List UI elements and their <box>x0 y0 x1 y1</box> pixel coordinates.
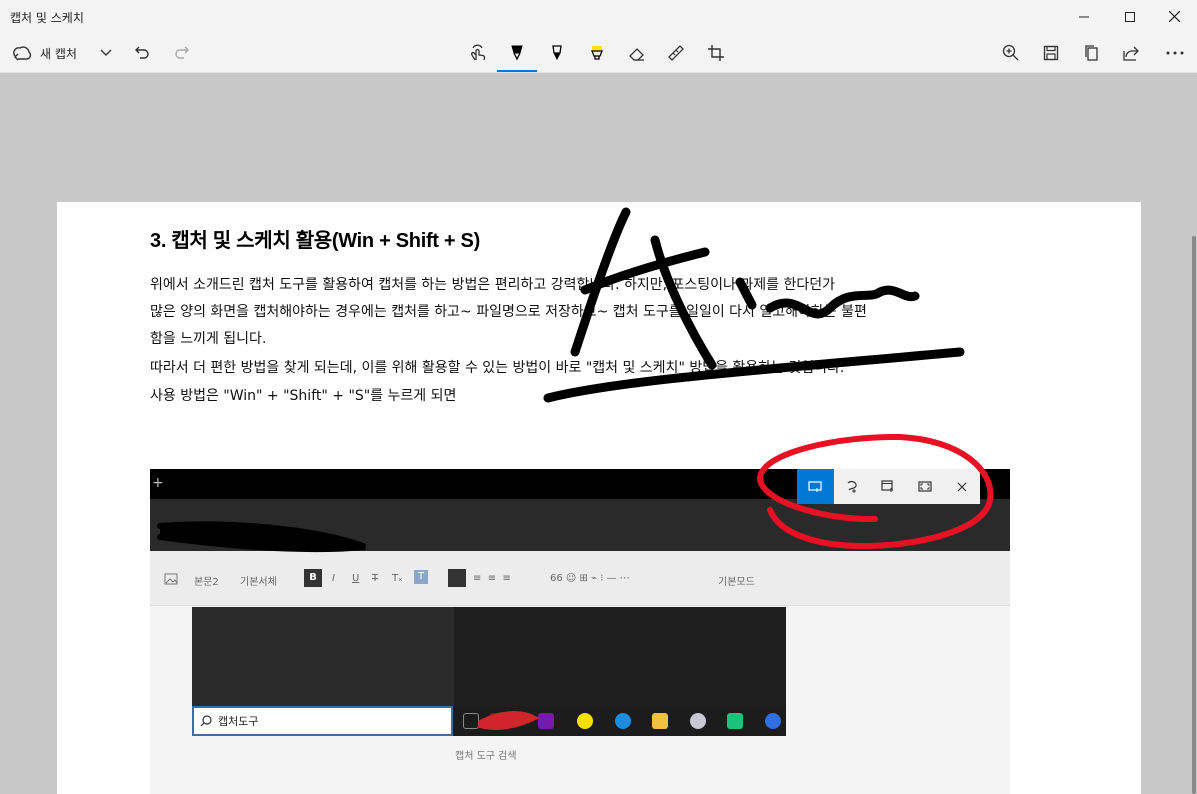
document-heading: 3. 캡처 및 스케치 활용(Win + Shift + S) <box>150 230 480 252</box>
rectangular-snip-icon <box>808 480 822 492</box>
minimize-icon <box>1079 16 1089 17</box>
window-snip-icon <box>881 480 894 492</box>
naver-icon <box>727 713 743 729</box>
paragraph-line: 위에서 소개드린 캡처 도구를 활용하여 캡처를 하는 방법은 편리하고 강력합… <box>150 277 835 293</box>
chevron-down-icon <box>100 49 112 56</box>
subscript-button: Tₓ <box>392 573 403 584</box>
strikethrough-button: T <box>372 573 379 584</box>
paragraph-line: 많은 양의 화면을 캡처해야하는 경우에는 캡처를 하고~ 파일명으로 저장하고… <box>150 304 867 320</box>
pencil-button[interactable] <box>545 35 569 71</box>
crop-icon <box>708 45 724 61</box>
touch-writing-icon <box>470 44 486 61</box>
search-value: 캡처도구 <box>218 715 259 728</box>
maximize-icon <box>1125 11 1135 22</box>
undo-icon <box>135 46 149 59</box>
paragraph-line: 함을 느끼게 됩니다. <box>150 331 267 347</box>
rectangular-snip-button[interactable] <box>797 469 834 504</box>
taskbar <box>453 706 786 736</box>
align-icons: ≡ ≡ ≡ <box>473 573 511 584</box>
crop-button[interactable] <box>704 35 728 71</box>
underline-button: U <box>352 573 360 584</box>
embedded-screenshot: + 본문2 기본서체 B I U T Tₓ T ≡ ≡ ≡ 66 ☺ ⊞ ⌁ ⁝… <box>150 469 1010 794</box>
new-capture-label: 새 캡처 <box>40 46 77 61</box>
capture-mode-dropdown[interactable] <box>96 35 116 71</box>
share-button[interactable] <box>1119 35 1143 71</box>
font-select: 기본서체 <box>240 577 277 588</box>
image-icon <box>164 573 180 588</box>
close-snip-button[interactable] <box>943 469 980 504</box>
ruler-button[interactable] <box>664 35 688 71</box>
screenshot-caption: 캡처 도구 검색 <box>455 751 517 762</box>
dim-overlay-band <box>150 499 1010 551</box>
minimize-button[interactable] <box>1061 0 1107 33</box>
window-snip-button[interactable] <box>870 469 907 504</box>
fullscreen-snip-button[interactable] <box>907 469 944 504</box>
zoom-icon <box>1002 44 1019 61</box>
edge-icon <box>615 713 631 729</box>
freeform-snip-icon <box>847 480 857 493</box>
close-icon <box>1168 11 1180 22</box>
copy-button[interactable] <box>1079 35 1103 71</box>
app-icon-3 <box>765 713 781 729</box>
windows-search-box: 캡처도구 <box>192 706 453 736</box>
close-button[interactable] <box>1151 0 1197 33</box>
redo-button[interactable] <box>171 35 193 71</box>
ruler-icon <box>668 45 684 61</box>
maximize-button[interactable] <box>1107 0 1153 33</box>
copy-icon <box>1085 45 1098 61</box>
search-icon <box>200 715 212 727</box>
zoom-button[interactable] <box>999 35 1023 71</box>
close-icon <box>957 482 967 491</box>
pencil-icon <box>552 45 562 61</box>
selected-tool-indicator <box>497 70 537 72</box>
style-select: 본문2 <box>194 577 219 588</box>
kakaotalk-icon <box>577 713 593 729</box>
save-button[interactable] <box>1039 35 1063 71</box>
freeform-snip-button[interactable] <box>834 469 871 504</box>
ballpoint-pen-icon <box>511 45 523 61</box>
align-left-button <box>448 569 466 587</box>
plus-icon: + <box>152 475 164 491</box>
snip-mode-bar <box>797 469 980 504</box>
insert-icons: 66 ☺ ⊞ ⌁ ⁝ — ⋯ <box>550 573 630 584</box>
share-icon <box>1123 46 1139 61</box>
highlighter-button[interactable] <box>585 35 609 71</box>
touch-writing-button[interactable] <box>466 35 490 71</box>
mode-select: 기본모드 <box>718 577 755 588</box>
undo-button[interactable] <box>131 35 153 71</box>
app-icon-2 <box>690 713 706 729</box>
task-view-icon <box>463 713 479 729</box>
blog-editor-toolbar: 본문2 기본서체 B I U T Tₓ T ≡ ≡ ≡ 66 ☺ ⊞ ⌁ ⁝ —… <box>150 551 1010 606</box>
onenote-icon <box>538 713 554 729</box>
ballpoint-pen-button[interactable] <box>505 35 529 71</box>
eraser-icon <box>629 48 644 61</box>
paragraph-line: 따라서 더 편한 방법을 찾게 되는데, 이를 위해 활용할 수 있는 방법이 … <box>150 360 845 376</box>
eraser-button[interactable] <box>625 35 649 71</box>
app-title: 캡처 및 스케치 <box>10 11 84 25</box>
bold-button: B <box>304 569 322 587</box>
more-icon <box>1166 51 1184 55</box>
save-icon <box>1043 45 1059 61</box>
toolbar: 새 캡처 <box>0 33 1197 73</box>
more-button[interactable] <box>1163 35 1187 71</box>
title-bar: 캡처 및 스케치 <box>0 0 1197 33</box>
capture-canvas[interactable]: 3. 캡처 및 스케치 활용(Win + Shift + S) 위에서 소개드린… <box>57 202 1141 794</box>
new-capture-icon <box>13 46 32 61</box>
app-icon <box>489 713 505 729</box>
italic-button: I <box>332 573 335 584</box>
fullscreen-snip-icon <box>918 480 932 492</box>
text-color-button: T <box>414 570 428 584</box>
paragraph-line: 사용 방법은 "Win" + "Shift" + "S"를 누르게 되면 <box>150 388 457 404</box>
vertical-scrollbar[interactable] <box>1192 236 1196 794</box>
redo-icon <box>175 46 189 59</box>
highlighter-icon <box>591 46 603 60</box>
file-explorer-icon <box>652 713 668 729</box>
